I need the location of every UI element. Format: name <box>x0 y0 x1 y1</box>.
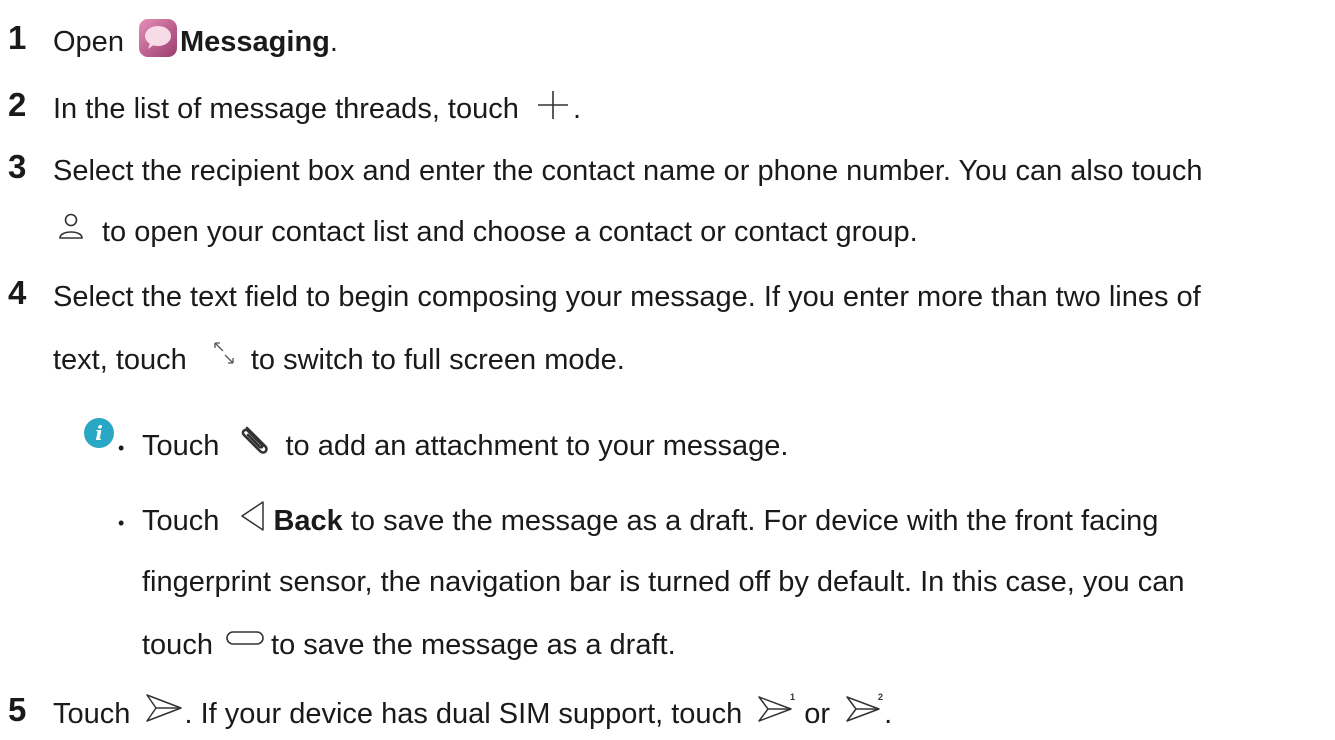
step-text: text, touch to switch to full screen mod… <box>53 342 625 377</box>
step-number: 5 <box>8 691 27 728</box>
messaging-app-icon[interactable] <box>138 18 178 58</box>
note-text-line-3-pre: touch <box>142 629 213 661</box>
step-number: 2 <box>8 86 27 123</box>
expand-icon[interactable] <box>205 339 243 369</box>
back-icon[interactable] <box>239 499 267 533</box>
note-text-pre: Touch <box>142 505 220 537</box>
step-text: In the list of message threads, touch . <box>53 91 581 126</box>
note-text-post: to add an attachment to your message. <box>285 430 789 462</box>
bullet: • <box>118 513 125 533</box>
step-text-pre: Touch <box>53 698 131 730</box>
period: . <box>572 93 581 125</box>
step-number: 1 <box>8 19 27 56</box>
step-text-open: Open <box>53 26 124 58</box>
paperclip-icon[interactable] <box>235 420 275 460</box>
note-text-line-3-post: to save the message as a draft. <box>271 629 676 661</box>
step-text: Touch . If your device has dual SIM supp… <box>53 692 893 731</box>
step-text: to open your contact list and choose a c… <box>56 212 918 249</box>
or-label: or <box>804 698 831 730</box>
send-icon[interactable] <box>144 691 184 725</box>
period: . <box>329 26 338 58</box>
step-number: 4 <box>8 274 27 311</box>
step-line-2-post: to switch to full screen mode. <box>250 344 625 376</box>
svg-text:i: i <box>95 421 103 445</box>
info-icon: i <box>84 418 114 448</box>
home-pill-icon[interactable] <box>225 627 265 649</box>
note-text: touch to save the message as a draft. <box>142 628 676 662</box>
step-text: Open Messaging. <box>53 19 338 59</box>
step-line-2-pre: text, touch <box>53 344 187 376</box>
sim-1-label: 1 <box>790 692 795 702</box>
step-number: 3 <box>8 148 27 185</box>
step-text-body: In the list of message threads, touch <box>53 93 519 125</box>
note-text-pre: Touch <box>142 430 220 462</box>
period: . <box>884 698 893 730</box>
app-name-messaging: Messaging <box>180 26 330 58</box>
step-line-2: to open your contact list and choose a c… <box>102 216 918 248</box>
plus-icon[interactable] <box>533 88 573 122</box>
contact-icon[interactable] <box>56 212 86 242</box>
back-label: Back <box>273 505 343 537</box>
note-text-line-2: fingerprint sensor, the navigation bar i… <box>142 566 1185 598</box>
sim-2-label: 2 <box>878 692 883 702</box>
note-text-line-1: to save the message as a draft. For devi… <box>350 505 1159 537</box>
note-text: Touch to add an attachment to your messa… <box>142 427 789 463</box>
step-line-1: Select the recipient box and enter the c… <box>53 155 1203 187</box>
send-sim2-icon[interactable]: 2 <box>844 691 884 725</box>
step-line-1: Select the text field to begin composing… <box>53 281 1201 313</box>
bullet: • <box>118 438 125 458</box>
note-text: Touch Back to save the message as a draf… <box>142 501 1159 538</box>
step-text-mid: . If your device has dual SIM support, t… <box>184 698 743 730</box>
send-sim1-icon[interactable]: 1 <box>756 691 796 725</box>
